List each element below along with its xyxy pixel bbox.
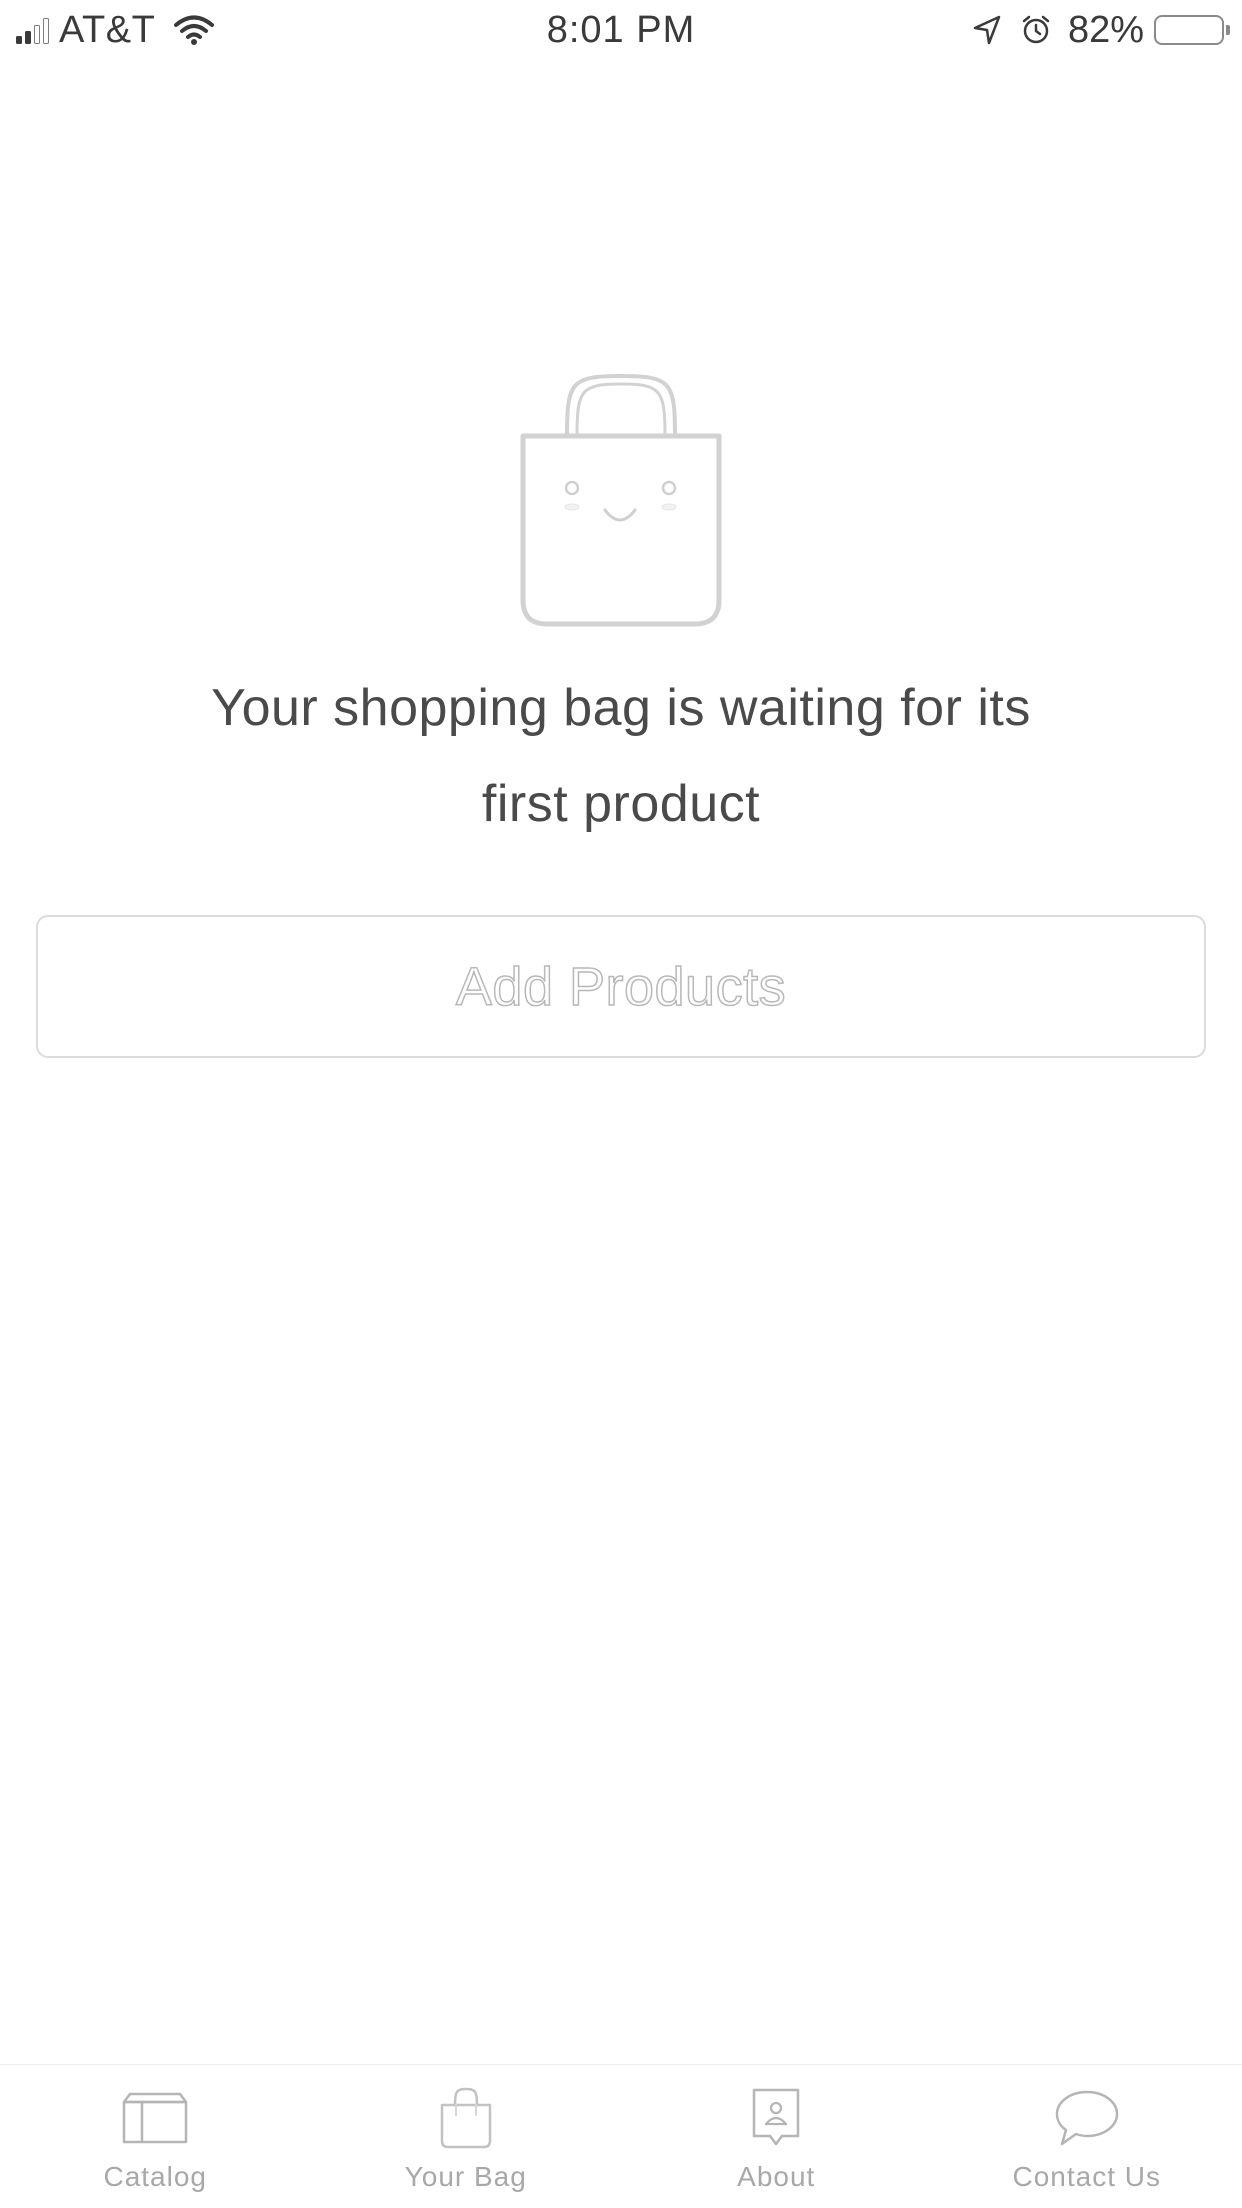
bag-icon — [439, 2085, 493, 2151]
tab-contact-us-label: Contact Us — [1012, 2161, 1161, 2192]
tab-catalog[interactable]: Catalog — [0, 2065, 311, 2208]
chat-bubble-icon — [1054, 2085, 1120, 2151]
battery-percent: 82% — [1067, 8, 1144, 51]
tab-bar: Catalog Your Bag About Contact Us — [0, 2064, 1242, 2208]
add-products-button[interactable]: Add Products — [36, 915, 1206, 1058]
tab-about[interactable]: About — [621, 2065, 932, 2208]
battery-icon — [1154, 15, 1230, 45]
add-products-label: Add Products — [455, 956, 787, 1018]
tab-catalog-label: Catalog — [103, 2161, 207, 2192]
status-bar: AT&T 8:01 PM 82% — [0, 0, 1242, 60]
status-right: 82% — [972, 8, 1230, 52]
empty-bag-message: Your shopping bag is waiting for its fir… — [120, 660, 1122, 852]
tab-your-bag[interactable]: Your Bag — [311, 2065, 622, 2208]
catalog-box-icon — [120, 2085, 190, 2151]
empty-bag-message-line1: Your shopping bag is waiting for its — [211, 679, 1031, 737]
tab-your-bag-label: Your Bag — [404, 2161, 527, 2192]
alarm-icon — [1022, 15, 1050, 44]
empty-bag-message-line2: first product — [481, 775, 761, 833]
smiling-shopping-bag-icon — [520, 373, 722, 627]
tab-about-label: About — [737, 2161, 816, 2192]
about-person-icon — [751, 2085, 801, 2151]
location-icon — [973, 15, 1001, 45]
tab-contact-us[interactable]: Contact Us — [932, 2065, 1242, 2208]
